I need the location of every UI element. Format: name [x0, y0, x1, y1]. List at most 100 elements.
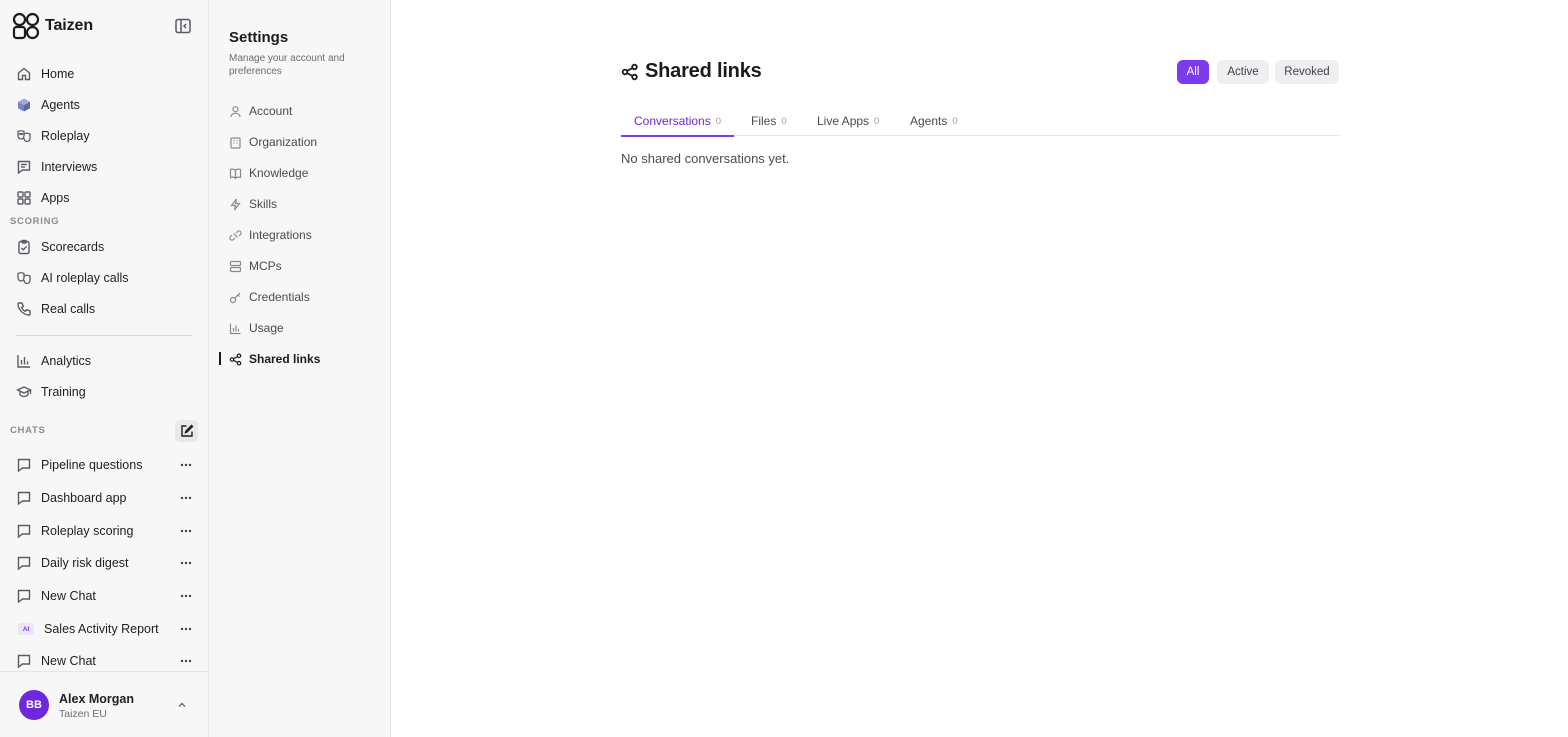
more-options-icon[interactable]	[180, 525, 192, 537]
settings-panel: Settings Manage your account and prefere…	[209, 0, 391, 737]
page-title: Shared links	[645, 60, 762, 82]
more-options-icon[interactable]	[180, 655, 192, 667]
nav-item-analytics[interactable]: Analytics	[8, 347, 200, 375]
settings-item-shared-links[interactable]: Shared links	[219, 346, 384, 372]
chat-item[interactable]: New Chat	[8, 582, 200, 610]
edit-icon	[180, 424, 193, 437]
nav-item-ai-roleplay-calls[interactable]: AI roleplay calls	[8, 264, 200, 292]
active-indicator	[219, 352, 221, 365]
settings-item-label: Organization	[249, 135, 318, 149]
nav-label: Analytics	[41, 354, 92, 368]
main-content: Shared links All Active Revoked Conversa…	[392, 0, 1568, 737]
masks-icon	[17, 272, 31, 285]
brand[interactable]: Taizen	[12, 12, 93, 40]
user-menu[interactable]: BB Alex Morgan Taizen EU	[0, 671, 208, 737]
chat-title: Daily risk digest	[41, 556, 129, 570]
filter-active-button[interactable]: Active	[1217, 60, 1269, 84]
plug-icon	[229, 229, 242, 241]
chat-item[interactable]: Dashboard app	[8, 484, 200, 512]
more-options-icon[interactable]	[180, 492, 192, 504]
settings-item-credentials[interactable]: Credentials	[219, 284, 384, 310]
new-chat-button[interactable]	[175, 420, 198, 442]
nav-label: Interviews	[41, 160, 98, 174]
filter-all-button[interactable]: All	[1177, 60, 1209, 84]
settings-item-label: Account	[249, 104, 293, 118]
chat-item[interactable]: AI Sales Activity Report	[8, 615, 200, 643]
nav-label: Apps	[41, 191, 70, 205]
chat-icon	[17, 556, 31, 571]
grid-icon	[17, 191, 31, 205]
chat-item[interactable]: Daily risk digest	[8, 549, 200, 577]
book-icon	[229, 168, 242, 179]
more-options-icon[interactable]	[180, 459, 192, 471]
avatar: BB	[19, 690, 49, 720]
message-square-icon	[17, 160, 31, 175]
settings-item-knowledge[interactable]: Knowledge	[219, 160, 384, 186]
tab-live-apps[interactable]: Live Apps 0	[804, 106, 892, 136]
tab-count: 0	[781, 115, 787, 127]
chat-title: Dashboard app	[41, 491, 127, 505]
filter-revoked-button[interactable]: Revoked	[1275, 60, 1339, 84]
user-name: Alex Morgan	[59, 692, 135, 706]
nav-item-roleplay[interactable]: Roleplay	[8, 122, 200, 150]
nav-label: Home	[41, 67, 75, 81]
settings-item-label: MCPs	[249, 259, 282, 273]
graduation-cap-icon	[16, 386, 32, 398]
collapse-sidebar-icon[interactable]	[174, 17, 192, 35]
tab-files[interactable]: Files 0	[738, 106, 800, 136]
nav-item-apps[interactable]: Apps	[8, 184, 200, 212]
nav-item-agents[interactable]: Agents	[8, 91, 200, 119]
settings-item-mcps[interactable]: MCPs	[219, 253, 384, 279]
clipboard-check-icon	[18, 239, 30, 255]
nav-item-home[interactable]: Home	[8, 60, 200, 88]
settings-item-account[interactable]: Account	[219, 98, 384, 124]
settings-item-skills[interactable]: Skills	[219, 191, 384, 217]
chat-title: Pipeline questions	[41, 458, 143, 472]
chat-item[interactable]: Roleplay scoring	[8, 517, 200, 545]
chat-title: New Chat	[41, 589, 96, 603]
more-options-icon[interactable]	[180, 590, 192, 602]
chevron-up-icon	[178, 702, 186, 707]
bolt-icon	[230, 198, 241, 210]
nav-item-scorecards[interactable]: Scorecards	[8, 233, 200, 261]
settings-item-integrations[interactable]: Integrations	[219, 222, 384, 248]
server-icon	[229, 260, 242, 272]
cube-icon	[18, 98, 30, 112]
shared-links-tabs: Conversations 0 Files 0 Live Apps 0 Agen…	[621, 106, 1340, 137]
chat-icon	[17, 524, 31, 539]
brand-name: Taizen	[45, 17, 94, 34]
settings-item-usage[interactable]: Usage	[219, 315, 384, 341]
settings-title: Settings	[229, 29, 289, 46]
nav-item-interviews[interactable]: Interviews	[8, 153, 200, 181]
tab-label: Agents	[910, 114, 948, 128]
key-icon	[229, 292, 241, 303]
nav-label: Training	[41, 385, 86, 399]
settings-item-label: Knowledge	[249, 166, 309, 180]
main-sidebar: Taizen Home Agents Roleplay Interviews A…	[0, 0, 209, 737]
more-options-icon[interactable]	[180, 557, 192, 569]
chat-title: Sales Activity Report	[44, 622, 159, 636]
tab-agents[interactable]: Agents 0	[897, 106, 971, 136]
chat-icon	[17, 458, 31, 473]
section-label-chats: CHATS	[10, 425, 46, 436]
more-options-icon[interactable]	[180, 623, 192, 635]
taizen-logo-icon	[12, 12, 40, 40]
settings-item-label: Shared links	[249, 352, 321, 366]
nav-label: AI roleplay calls	[41, 271, 129, 285]
chat-item[interactable]: Pipeline questions	[8, 451, 200, 479]
nav-label: Roleplay	[41, 129, 90, 143]
tab-conversations[interactable]: Conversations 0	[621, 106, 735, 137]
phone-icon	[17, 302, 31, 316]
tab-label: Conversations	[634, 114, 711, 128]
chat-title: New Chat	[41, 654, 96, 668]
sidebar-divider	[16, 335, 192, 336]
tab-count: 0	[874, 115, 880, 127]
nav-label: Scorecards	[41, 240, 105, 254]
share-icon	[229, 352, 242, 366]
nav-item-real-calls[interactable]: Real calls	[8, 295, 200, 323]
nav-item-training[interactable]: Training	[8, 378, 200, 406]
settings-item-label: Skills	[249, 197, 278, 211]
tab-label: Live Apps	[817, 114, 870, 128]
settings-item-organization[interactable]: Organization	[219, 129, 384, 155]
share-icon	[621, 63, 638, 81]
